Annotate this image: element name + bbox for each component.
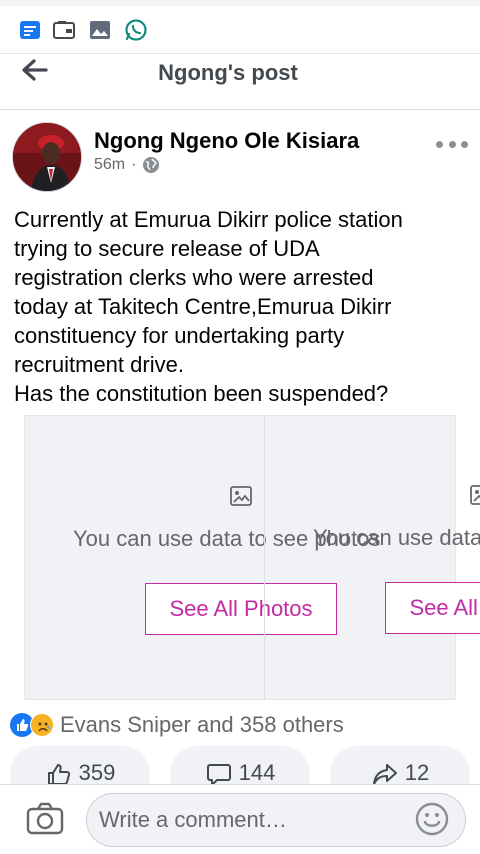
post-body: Currently at Emurua Dikirr police statio… — [14, 205, 470, 408]
meta-separator: · — [131, 156, 137, 173]
wallet-icon — [52, 18, 76, 42]
photo-carousel[interactable]: You can use data to see photos See All P… — [24, 415, 480, 700]
comment-count: 144 — [238, 760, 276, 784]
comment-input[interactable] — [86, 793, 466, 847]
camera-icon[interactable] — [26, 801, 64, 835]
data-saver-notice: You can use data to see photos — [313, 525, 480, 550]
post-text-line: today at Takitech Centre,Emurua Dikirr — [14, 294, 392, 319]
thumbs-up-icon — [45, 760, 73, 784]
app-bar: Ngong's post — [0, 54, 480, 110]
more-options-button[interactable] — [436, 138, 468, 150]
post-header: Ngong Ngeno Ole Kisiara 56m · — [0, 110, 480, 200]
image-icon — [229, 484, 253, 508]
like-button[interactable]: 359 — [10, 746, 150, 784]
post-text-line: trying to secure release of UDA — [14, 236, 320, 261]
post-meta: 56m · — [94, 156, 160, 174]
gallery-icon — [88, 18, 112, 42]
photo-placeholder-card[interactable]: You can use data to see photos See All P… — [264, 415, 480, 700]
share-arrow-icon — [371, 760, 399, 784]
more-dots-icon — [448, 140, 456, 148]
post-author[interactable]: Ngong Ngeno Ole Kisiara — [94, 128, 359, 154]
whatsapp-icon — [124, 18, 148, 42]
care-icon — [30, 713, 54, 737]
globe-icon — [142, 156, 160, 174]
see-all-photos-button[interactable]: See All Photos — [385, 582, 480, 634]
share-count: 12 — [404, 760, 430, 784]
emoji-icon[interactable] — [414, 801, 450, 837]
comment-button[interactable]: 144 — [170, 746, 310, 784]
message-icon — [18, 18, 42, 42]
share-button[interactable]: 12 — [330, 746, 470, 784]
post-text-line: registration clerks who were arrested — [14, 265, 374, 290]
image-icon — [469, 483, 480, 507]
comment-composer — [0, 784, 480, 854]
status-bar — [0, 0, 480, 54]
page-title: Ngong's post — [158, 60, 298, 85]
reactions-summary[interactable]: Evans Sniper and 358 others — [10, 710, 344, 740]
like-count: 359 — [78, 760, 116, 784]
post-actions: 359 144 12 — [0, 746, 480, 784]
post-time[interactable]: 56m — [94, 156, 125, 174]
status-bar-strip — [0, 0, 480, 6]
reactions-label: Evans Sniper and 358 others — [60, 712, 344, 737]
post-text-line: recruitment drive. — [14, 352, 184, 377]
post-text-line: Currently at Emurua Dikirr police statio… — [14, 207, 403, 232]
comment-bubble-icon — [205, 760, 233, 784]
more-dots-icon — [436, 140, 443, 148]
avatar[interactable] — [12, 122, 82, 192]
more-dots-icon — [461, 140, 468, 148]
post-text-line: constituency for undertaking party — [14, 323, 345, 348]
post-text-line: Has the constitution been suspended? — [14, 381, 389, 406]
